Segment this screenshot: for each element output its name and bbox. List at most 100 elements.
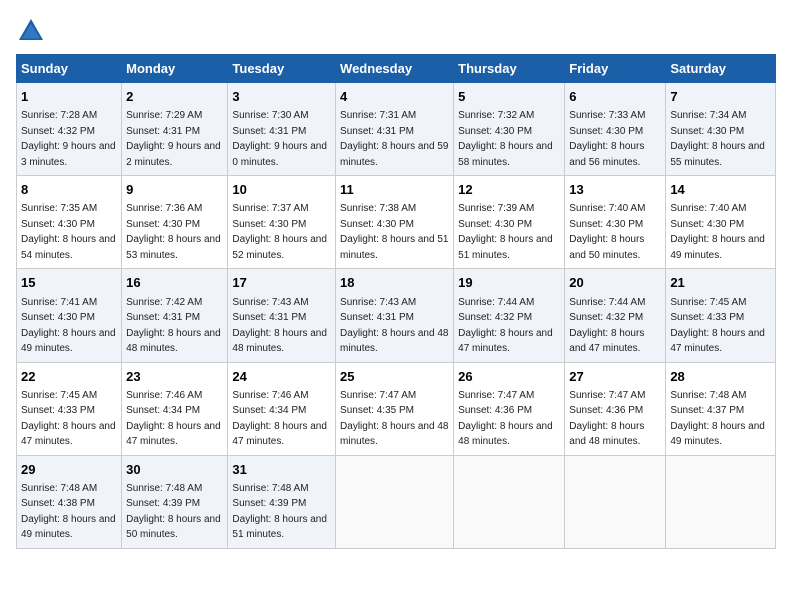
header [16,16,776,46]
calendar-cell: 26 Sunrise: 7:47 AMSunset: 4:36 PMDaylig… [454,362,565,455]
calendar-cell: 12 Sunrise: 7:39 AMSunset: 4:30 PMDaylig… [454,176,565,269]
cell-details: Sunrise: 7:46 AMSunset: 4:34 PMDaylight:… [232,390,327,448]
cell-details: Sunrise: 7:40 AMSunset: 4:30 PMDaylight:… [670,203,765,261]
calendar-cell: 28 Sunrise: 7:48 AMSunset: 4:37 PMDaylig… [666,362,776,455]
calendar-cell: 31 Sunrise: 7:48 AMSunset: 4:39 PMDaylig… [228,455,336,548]
day-number: 18 [340,274,449,292]
calendar-cell: 19 Sunrise: 7:44 AMSunset: 4:32 PMDaylig… [454,269,565,362]
cell-details: Sunrise: 7:36 AMSunset: 4:30 PMDaylight:… [126,203,221,261]
header-thursday: Thursday [454,55,565,83]
calendar-cell: 25 Sunrise: 7:47 AMSunset: 4:35 PMDaylig… [336,362,454,455]
cell-details: Sunrise: 7:44 AMSunset: 4:32 PMDaylight:… [569,297,645,355]
calendar-table: SundayMondayTuesdayWednesdayThursdayFrid… [16,54,776,549]
cell-details: Sunrise: 7:32 AMSunset: 4:30 PMDaylight:… [458,110,553,168]
cell-details: Sunrise: 7:45 AMSunset: 4:33 PMDaylight:… [670,297,765,355]
cell-details: Sunrise: 7:29 AMSunset: 4:31 PMDaylight:… [126,110,221,168]
calendar-cell: 23 Sunrise: 7:46 AMSunset: 4:34 PMDaylig… [122,362,228,455]
cell-details: Sunrise: 7:48 AMSunset: 4:39 PMDaylight:… [126,483,221,541]
calendar-cell: 16 Sunrise: 7:42 AMSunset: 4:31 PMDaylig… [122,269,228,362]
day-number: 23 [126,368,223,386]
calendar-cell: 11 Sunrise: 7:38 AMSunset: 4:30 PMDaylig… [336,176,454,269]
cell-details: Sunrise: 7:40 AMSunset: 4:30 PMDaylight:… [569,203,645,261]
header-monday: Monday [122,55,228,83]
day-number: 20 [569,274,661,292]
day-number: 21 [670,274,771,292]
cell-details: Sunrise: 7:47 AMSunset: 4:35 PMDaylight:… [340,390,448,448]
day-number: 31 [232,461,331,479]
day-number: 3 [232,88,331,106]
day-number: 12 [458,181,560,199]
calendar-cell [565,455,666,548]
calendar-cell: 13 Sunrise: 7:40 AMSunset: 4:30 PMDaylig… [565,176,666,269]
day-number: 4 [340,88,449,106]
calendar-cell: 10 Sunrise: 7:37 AMSunset: 4:30 PMDaylig… [228,176,336,269]
cell-details: Sunrise: 7:38 AMSunset: 4:30 PMDaylight:… [340,203,448,261]
cell-details: Sunrise: 7:48 AMSunset: 4:39 PMDaylight:… [232,483,327,541]
day-number: 7 [670,88,771,106]
calendar-cell: 29 Sunrise: 7:48 AMSunset: 4:38 PMDaylig… [17,455,122,548]
header-saturday: Saturday [666,55,776,83]
day-number: 10 [232,181,331,199]
cell-details: Sunrise: 7:47 AMSunset: 4:36 PMDaylight:… [569,390,645,448]
day-number: 30 [126,461,223,479]
cell-details: Sunrise: 7:39 AMSunset: 4:30 PMDaylight:… [458,203,553,261]
calendar-cell: 2 Sunrise: 7:29 AMSunset: 4:31 PMDayligh… [122,83,228,176]
calendar-cell: 20 Sunrise: 7:44 AMSunset: 4:32 PMDaylig… [565,269,666,362]
cell-details: Sunrise: 7:42 AMSunset: 4:31 PMDaylight:… [126,297,221,355]
day-number: 2 [126,88,223,106]
day-number: 29 [21,461,117,479]
week-row-1: 1 Sunrise: 7:28 AMSunset: 4:32 PMDayligh… [17,83,776,176]
calendar-cell: 4 Sunrise: 7:31 AMSunset: 4:31 PMDayligh… [336,83,454,176]
cell-details: Sunrise: 7:44 AMSunset: 4:32 PMDaylight:… [458,297,553,355]
header-wednesday: Wednesday [336,55,454,83]
calendar-cell: 6 Sunrise: 7:33 AMSunset: 4:30 PMDayligh… [565,83,666,176]
header-tuesday: Tuesday [228,55,336,83]
cell-details: Sunrise: 7:48 AMSunset: 4:37 PMDaylight:… [670,390,765,448]
day-number: 6 [569,88,661,106]
calendar-cell: 27 Sunrise: 7:47 AMSunset: 4:36 PMDaylig… [565,362,666,455]
calendar-cell: 30 Sunrise: 7:48 AMSunset: 4:39 PMDaylig… [122,455,228,548]
cell-details: Sunrise: 7:31 AMSunset: 4:31 PMDaylight:… [340,110,448,168]
calendar-cell: 15 Sunrise: 7:41 AMSunset: 4:30 PMDaylig… [17,269,122,362]
day-number: 26 [458,368,560,386]
day-number: 8 [21,181,117,199]
calendar-cell: 8 Sunrise: 7:35 AMSunset: 4:30 PMDayligh… [17,176,122,269]
day-number: 28 [670,368,771,386]
week-row-2: 8 Sunrise: 7:35 AMSunset: 4:30 PMDayligh… [17,176,776,269]
day-number: 11 [340,181,449,199]
week-row-3: 15 Sunrise: 7:41 AMSunset: 4:30 PMDaylig… [17,269,776,362]
day-number: 25 [340,368,449,386]
calendar-cell: 7 Sunrise: 7:34 AMSunset: 4:30 PMDayligh… [666,83,776,176]
calendar-cell [336,455,454,548]
cell-details: Sunrise: 7:34 AMSunset: 4:30 PMDaylight:… [670,110,765,168]
logo-icon [16,16,46,46]
calendar-cell: 5 Sunrise: 7:32 AMSunset: 4:30 PMDayligh… [454,83,565,176]
calendar-cell: 14 Sunrise: 7:40 AMSunset: 4:30 PMDaylig… [666,176,776,269]
cell-details: Sunrise: 7:46 AMSunset: 4:34 PMDaylight:… [126,390,221,448]
cell-details: Sunrise: 7:47 AMSunset: 4:36 PMDaylight:… [458,390,553,448]
header-friday: Friday [565,55,666,83]
day-number: 24 [232,368,331,386]
day-number: 22 [21,368,117,386]
calendar-cell: 9 Sunrise: 7:36 AMSunset: 4:30 PMDayligh… [122,176,228,269]
calendar-cell: 18 Sunrise: 7:43 AMSunset: 4:31 PMDaylig… [336,269,454,362]
day-number: 27 [569,368,661,386]
day-number: 17 [232,274,331,292]
calendar-cell: 17 Sunrise: 7:43 AMSunset: 4:31 PMDaylig… [228,269,336,362]
calendar-cell: 24 Sunrise: 7:46 AMSunset: 4:34 PMDaylig… [228,362,336,455]
cell-details: Sunrise: 7:28 AMSunset: 4:32 PMDaylight:… [21,110,116,168]
logo [16,16,50,46]
calendar-cell: 22 Sunrise: 7:45 AMSunset: 4:33 PMDaylig… [17,362,122,455]
calendar-cell: 1 Sunrise: 7:28 AMSunset: 4:32 PMDayligh… [17,83,122,176]
day-number: 1 [21,88,117,106]
cell-details: Sunrise: 7:45 AMSunset: 4:33 PMDaylight:… [21,390,116,448]
cell-details: Sunrise: 7:30 AMSunset: 4:31 PMDaylight:… [232,110,327,168]
cell-details: Sunrise: 7:37 AMSunset: 4:30 PMDaylight:… [232,203,327,261]
cell-details: Sunrise: 7:33 AMSunset: 4:30 PMDaylight:… [569,110,645,168]
cell-details: Sunrise: 7:43 AMSunset: 4:31 PMDaylight:… [340,297,448,355]
week-row-5: 29 Sunrise: 7:48 AMSunset: 4:38 PMDaylig… [17,455,776,548]
calendar-header-row: SundayMondayTuesdayWednesdayThursdayFrid… [17,55,776,83]
day-number: 19 [458,274,560,292]
cell-details: Sunrise: 7:35 AMSunset: 4:30 PMDaylight:… [21,203,116,261]
calendar-cell: 21 Sunrise: 7:45 AMSunset: 4:33 PMDaylig… [666,269,776,362]
